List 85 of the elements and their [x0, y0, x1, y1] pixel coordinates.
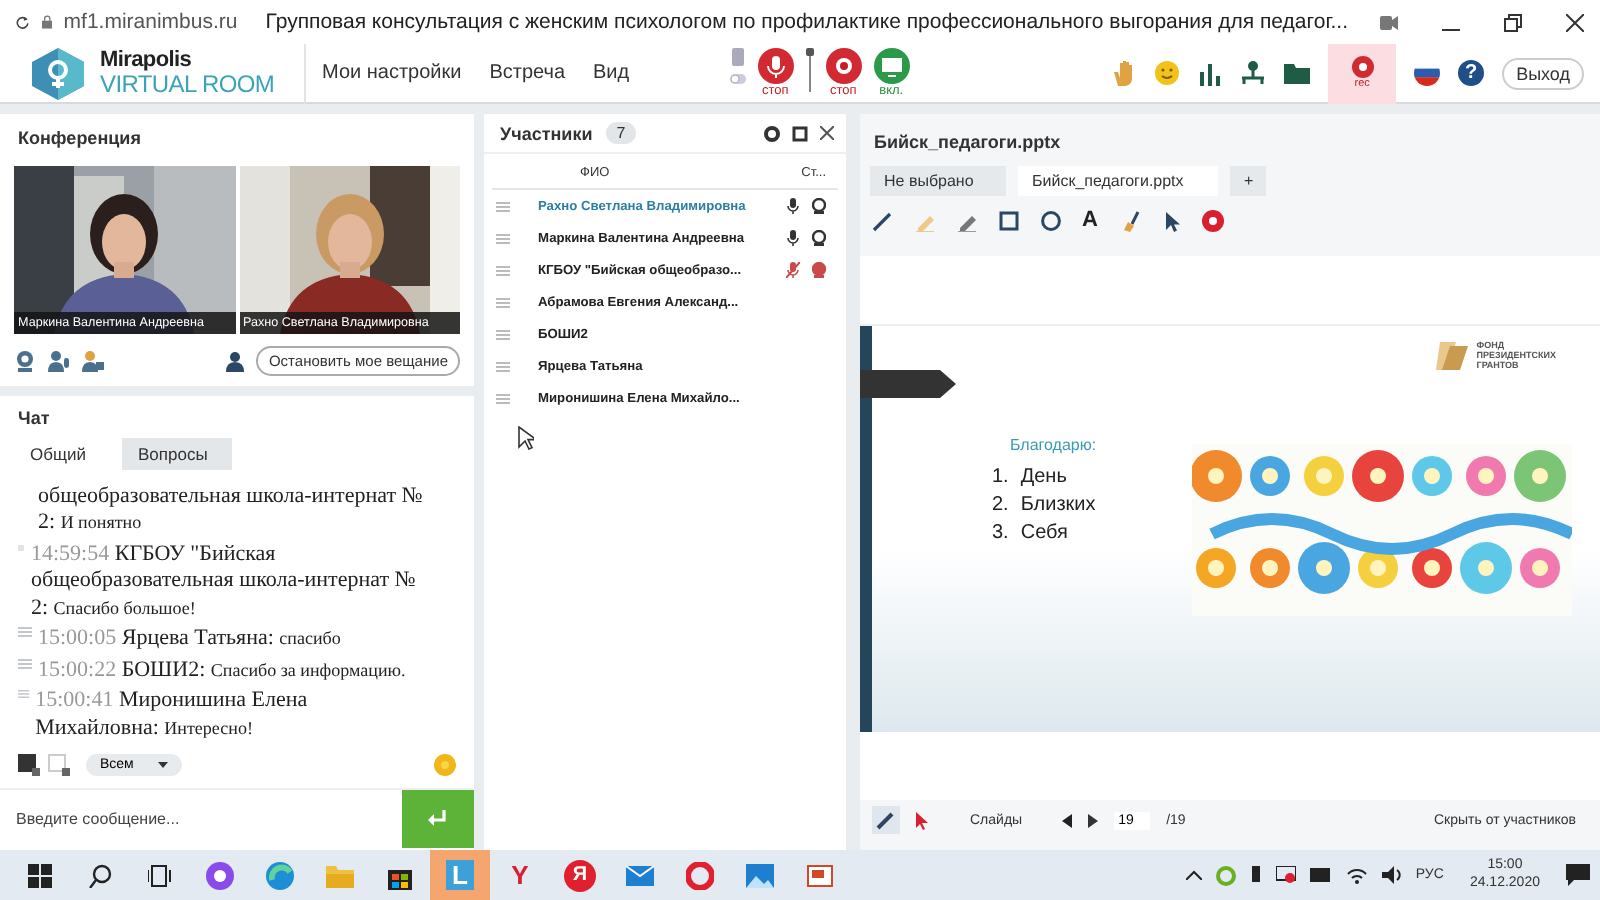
notification-icon[interactable]	[1566, 864, 1590, 886]
app-icon[interactable]: Y	[511, 860, 529, 890]
drag-handle-icon[interactable]	[496, 233, 510, 243]
chat-message: общеобразовательная школа-интернат № 2: И понятно	[36, 483, 425, 537]
mic-person-icon[interactable]	[48, 350, 70, 372]
panel-title: Участники	[498, 121, 595, 147]
lock-icon	[41, 12, 52, 32]
drag-handle-icon[interactable]	[496, 329, 510, 339]
search-icon[interactable]	[88, 863, 112, 887]
text-tool[interactable]: A	[1082, 209, 1098, 231]
menu-item[interactable]: Встреча	[489, 62, 566, 84]
tab[interactable]: Бийск_педагоги.pptx	[1018, 166, 1218, 196]
volume-slider-icon[interactable]	[805, 47, 814, 92]
panel-title: Конференция	[16, 126, 143, 152]
stop-icon[interactable]	[1201, 209, 1224, 231]
page-title: Групповая консультация с женским психологом по профилактике профессионального выгорания для педагог...	[265, 10, 1348, 34]
list-number: 1.	[992, 466, 1009, 488]
drag-handle-icon[interactable]	[496, 393, 510, 403]
app-icon[interactable]: Я	[564, 859, 596, 891]
logo-subtitle: VIRTUAL ROOM	[100, 72, 275, 96]
battery-icon[interactable]	[1309, 868, 1332, 882]
chat-message: 15:00:22 БОШИ2: Спасибо за информацию.	[38, 657, 406, 684]
logo-icon	[28, 47, 88, 99]
text-color-icon[interactable]	[18, 754, 40, 776]
reload-icon[interactable]	[16, 12, 30, 32]
arrow-banner-icon	[860, 370, 956, 398]
presenter-icon[interactable]	[82, 350, 104, 372]
caret-icon	[157, 762, 168, 768]
device-icon[interactable]	[1275, 866, 1296, 884]
menu-item[interactable]: Мои настройки	[322, 62, 462, 84]
pointer-icon[interactable]	[916, 811, 930, 829]
drag-handle-icon[interactable]	[496, 201, 510, 211]
next-icon[interactable]	[1088, 813, 1099, 827]
speaker-icon[interactable]	[1381, 866, 1402, 884]
help-button[interactable]: ?	[1458, 60, 1485, 86]
close-icon[interactable]	[820, 126, 834, 140]
caret-icon[interactable]	[1185, 870, 1202, 880]
task-view-icon[interactable]	[148, 863, 172, 887]
settings-icon[interactable]	[764, 125, 780, 141]
slide-heading: Благодарю:	[1010, 436, 1097, 454]
chat-message: 15:00:41 Миронишина Елена Михайловна: Интересно!	[35, 688, 310, 742]
start-icon[interactable]	[28, 863, 52, 887]
maximize-icon[interactable]	[792, 125, 808, 141]
folder-icon[interactable]	[1284, 62, 1311, 84]
pen-tray-icon[interactable]	[1249, 865, 1262, 885]
pen-icon[interactable]	[872, 209, 894, 231]
list-number: 3.	[992, 522, 1009, 544]
webcam-icon[interactable]	[14, 350, 36, 372]
chat-message: 15:00:05 Ярцева Татьяна: спасибо	[38, 626, 341, 653]
list-item: День	[1020, 466, 1067, 488]
enter-icon	[428, 810, 448, 828]
restore-icon[interactable]	[1504, 13, 1522, 31]
drag-handle-icon[interactable]	[496, 361, 510, 371]
wifi-icon[interactable]	[1345, 866, 1368, 884]
logo-text: Mirapolis	[100, 50, 194, 72]
drag-handle-icon[interactable]	[496, 265, 510, 275]
count-badge: 7	[606, 122, 636, 144]
add-tab-button[interactable]: +	[1230, 166, 1266, 196]
panel-title: Чат	[16, 406, 52, 432]
tab[interactable]: Вопросы	[122, 438, 232, 470]
camera-icon[interactable]	[1380, 15, 1398, 29]
list-item: Себя	[1020, 522, 1068, 544]
smiley-icon[interactable]	[1154, 60, 1181, 86]
exit-button[interactable]: Выход	[1502, 57, 1584, 89]
list-item: Близких	[1020, 494, 1096, 516]
panel-title: Бийск_педагоги.pptx	[872, 130, 1063, 156]
list-number: 2.	[992, 494, 1009, 516]
rectangle-icon[interactable]	[998, 209, 1020, 231]
network-icon[interactable]	[1240, 60, 1267, 86]
person-icon	[226, 351, 245, 371]
drag-handle-icon[interactable]	[496, 297, 510, 307]
background-color-icon[interactable]	[48, 754, 70, 776]
previous-icon[interactable]	[1062, 813, 1073, 827]
close-icon[interactable]	[1566, 13, 1584, 31]
chat-message: 14:59:54 КГБОУ "Бийская общеобразовательная школа-интернат № 2: Спасибо большое!	[30, 541, 418, 622]
url-text[interactable]: mf1.miranimbus.ru	[63, 10, 238, 34]
toggle-icon[interactable]	[729, 47, 746, 88]
menu-item[interactable]: Вид	[593, 62, 630, 84]
foundation-logo-icon	[1436, 342, 1469, 371]
tab[interactable]: Не выбрано	[870, 166, 1006, 196]
circle-icon[interactable]	[1040, 209, 1062, 231]
bar-chart-icon[interactable]	[1198, 61, 1223, 85]
pen-icon[interactable]	[876, 810, 896, 830]
cursor-icon	[518, 426, 534, 450]
record-icon	[1351, 56, 1374, 78]
